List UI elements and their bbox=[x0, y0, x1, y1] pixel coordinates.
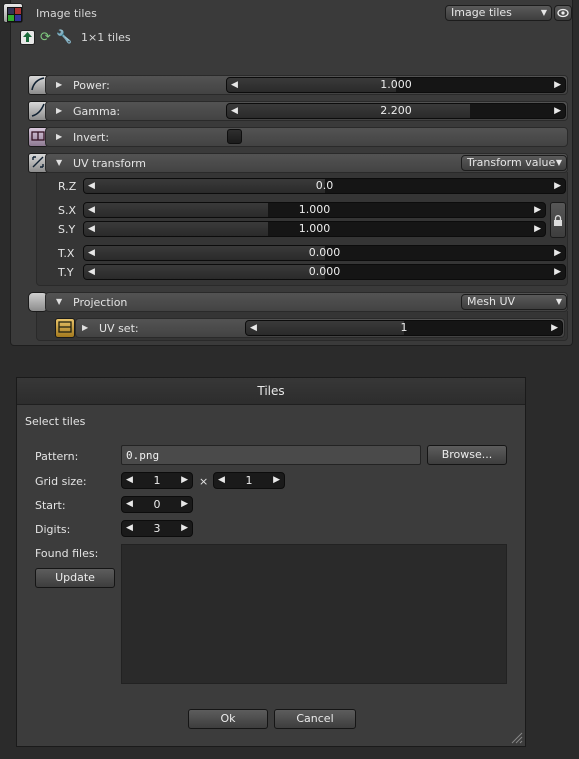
gamma-label: Gamma: bbox=[73, 105, 121, 118]
grid-size-y-stepper[interactable]: ◀ 1 ▶ bbox=[213, 472, 285, 489]
grid-size-x-stepper[interactable]: ◀ 1 ▶ bbox=[121, 472, 193, 489]
increment-arrow-icon[interactable]: ▶ bbox=[554, 265, 561, 279]
image-tiles-icon[interactable] bbox=[3, 3, 23, 23]
increment-arrow-icon[interactable]: ▶ bbox=[554, 179, 561, 193]
pattern-label: Pattern: bbox=[35, 450, 79, 463]
sx-label: S.X bbox=[58, 204, 77, 217]
gamma-value: 2.200 bbox=[380, 104, 412, 117]
cancel-button[interactable]: Cancel bbox=[274, 709, 356, 729]
rz-slider[interactable]: ◀ 0.0 ▶ bbox=[83, 178, 566, 194]
wrench-icon[interactable]: 🔧 bbox=[56, 30, 72, 45]
chevron-down-icon: ▼ bbox=[555, 297, 562, 306]
projection-mode-value: Mesh UV bbox=[467, 295, 516, 308]
increment-arrow-icon[interactable]: ▶ bbox=[554, 246, 561, 260]
collapse-triangle-icon[interactable]: ▼ bbox=[56, 297, 62, 306]
browse-button[interactable]: Browse... bbox=[427, 445, 507, 465]
power-value: 1.000 bbox=[380, 78, 412, 91]
increment-arrow-icon[interactable]: ▶ bbox=[534, 203, 541, 217]
uv-transform-label: UV transform bbox=[73, 157, 146, 170]
expand-triangle-icon[interactable]: ▶ bbox=[56, 132, 62, 141]
expand-triangle-icon[interactable]: ▶ bbox=[56, 106, 62, 115]
ty-label: T.Y bbox=[58, 266, 74, 279]
invert-label: Invert: bbox=[73, 131, 110, 144]
projection-mode-dropdown[interactable]: Mesh UV ▼ bbox=[461, 294, 567, 310]
ty-slider[interactable]: ◀ 0.000 ▶ bbox=[83, 264, 566, 280]
tx-label: T.X bbox=[58, 247, 75, 260]
rz-value: 0.0 bbox=[315, 179, 334, 192]
digits-stepper[interactable]: ◀ 3 ▶ bbox=[121, 520, 193, 537]
start-stepper[interactable]: ◀ 0 ▶ bbox=[121, 496, 193, 513]
start-label: Start: bbox=[35, 499, 66, 512]
ty-value: 0.000 bbox=[308, 265, 341, 278]
dialog-title: Tiles bbox=[17, 378, 525, 405]
node-type-value: Image tiles bbox=[451, 6, 512, 19]
gamma-slider[interactable]: ◀ 2.200 ▶ bbox=[226, 103, 566, 119]
uv-set-icon bbox=[55, 318, 75, 338]
lock-icon[interactable] bbox=[550, 202, 566, 238]
found-files-label: Found files: bbox=[35, 547, 99, 560]
update-button[interactable]: Update bbox=[35, 568, 115, 588]
tiles-count-label: 1×1 tiles bbox=[81, 31, 131, 44]
uv-set-label: UV set: bbox=[99, 322, 139, 335]
invert-row bbox=[45, 127, 568, 147]
rz-label: R.Z bbox=[58, 180, 77, 193]
expand-triangle-icon[interactable]: ▶ bbox=[82, 323, 88, 332]
increment-arrow-icon[interactable]: ▶ bbox=[181, 497, 188, 512]
select-tiles-heading: Select tiles bbox=[25, 415, 86, 428]
tiles-dialog: Tiles Select tiles Pattern: Browse... Gr… bbox=[16, 377, 526, 747]
chevron-down-icon: ▼ bbox=[555, 158, 562, 167]
uv-set-slider[interactable]: ◀ 1 ▶ bbox=[245, 320, 563, 336]
tx-slider[interactable]: ◀ 0.000 ▶ bbox=[83, 245, 566, 261]
upload-icon[interactable] bbox=[20, 30, 35, 45]
increment-arrow-icon[interactable]: ▶ bbox=[554, 104, 561, 118]
sx-value: 1.000 bbox=[298, 203, 331, 216]
increment-arrow-icon[interactable]: ▶ bbox=[273, 473, 280, 488]
sy-slider[interactable]: ◀ 1.000 ▶ bbox=[83, 221, 546, 237]
uv-transform-mode-value: Transform value bbox=[467, 156, 556, 169]
expand-triangle-icon[interactable]: ▶ bbox=[56, 80, 62, 89]
eye-icon[interactable] bbox=[554, 5, 572, 21]
times-sign: × bbox=[199, 475, 209, 488]
sy-label: S.Y bbox=[58, 223, 76, 236]
projection-label: Projection bbox=[73, 296, 128, 309]
power-slider[interactable]: ◀ 1.000 ▶ bbox=[226, 77, 566, 93]
refresh-icon[interactable]: ⟳ bbox=[38, 30, 53, 45]
resize-grip-icon[interactable] bbox=[509, 730, 523, 744]
power-label: Power: bbox=[73, 79, 110, 92]
increment-arrow-icon[interactable]: ▶ bbox=[551, 321, 558, 335]
pattern-input[interactable] bbox=[121, 445, 421, 465]
sx-slider[interactable]: ◀ 1.000 ▶ bbox=[83, 202, 546, 218]
grid-size-label: Grid size: bbox=[35, 475, 87, 488]
increment-arrow-icon[interactable]: ▶ bbox=[181, 521, 188, 536]
node-title: Image tiles bbox=[36, 7, 97, 20]
uv-transform-mode-dropdown[interactable]: Transform value ▼ bbox=[461, 155, 567, 171]
node-type-dropdown[interactable]: Image tiles ▼ bbox=[445, 5, 552, 21]
uv-set-value: 1 bbox=[400, 321, 408, 334]
increment-arrow-icon[interactable]: ▶ bbox=[554, 78, 561, 92]
sy-value: 1.000 bbox=[298, 222, 331, 235]
ok-button[interactable]: Ok bbox=[188, 709, 268, 729]
collapse-triangle-icon[interactable]: ▼ bbox=[56, 158, 62, 167]
tx-value: 0.000 bbox=[308, 246, 341, 259]
found-files-list[interactable] bbox=[121, 544, 507, 684]
digits-label: Digits: bbox=[35, 523, 71, 536]
invert-checkbox[interactable] bbox=[227, 129, 242, 144]
increment-arrow-icon[interactable]: ▶ bbox=[534, 222, 541, 236]
chevron-down-icon: ▼ bbox=[540, 8, 547, 17]
increment-arrow-icon[interactable]: ▶ bbox=[181, 473, 188, 488]
